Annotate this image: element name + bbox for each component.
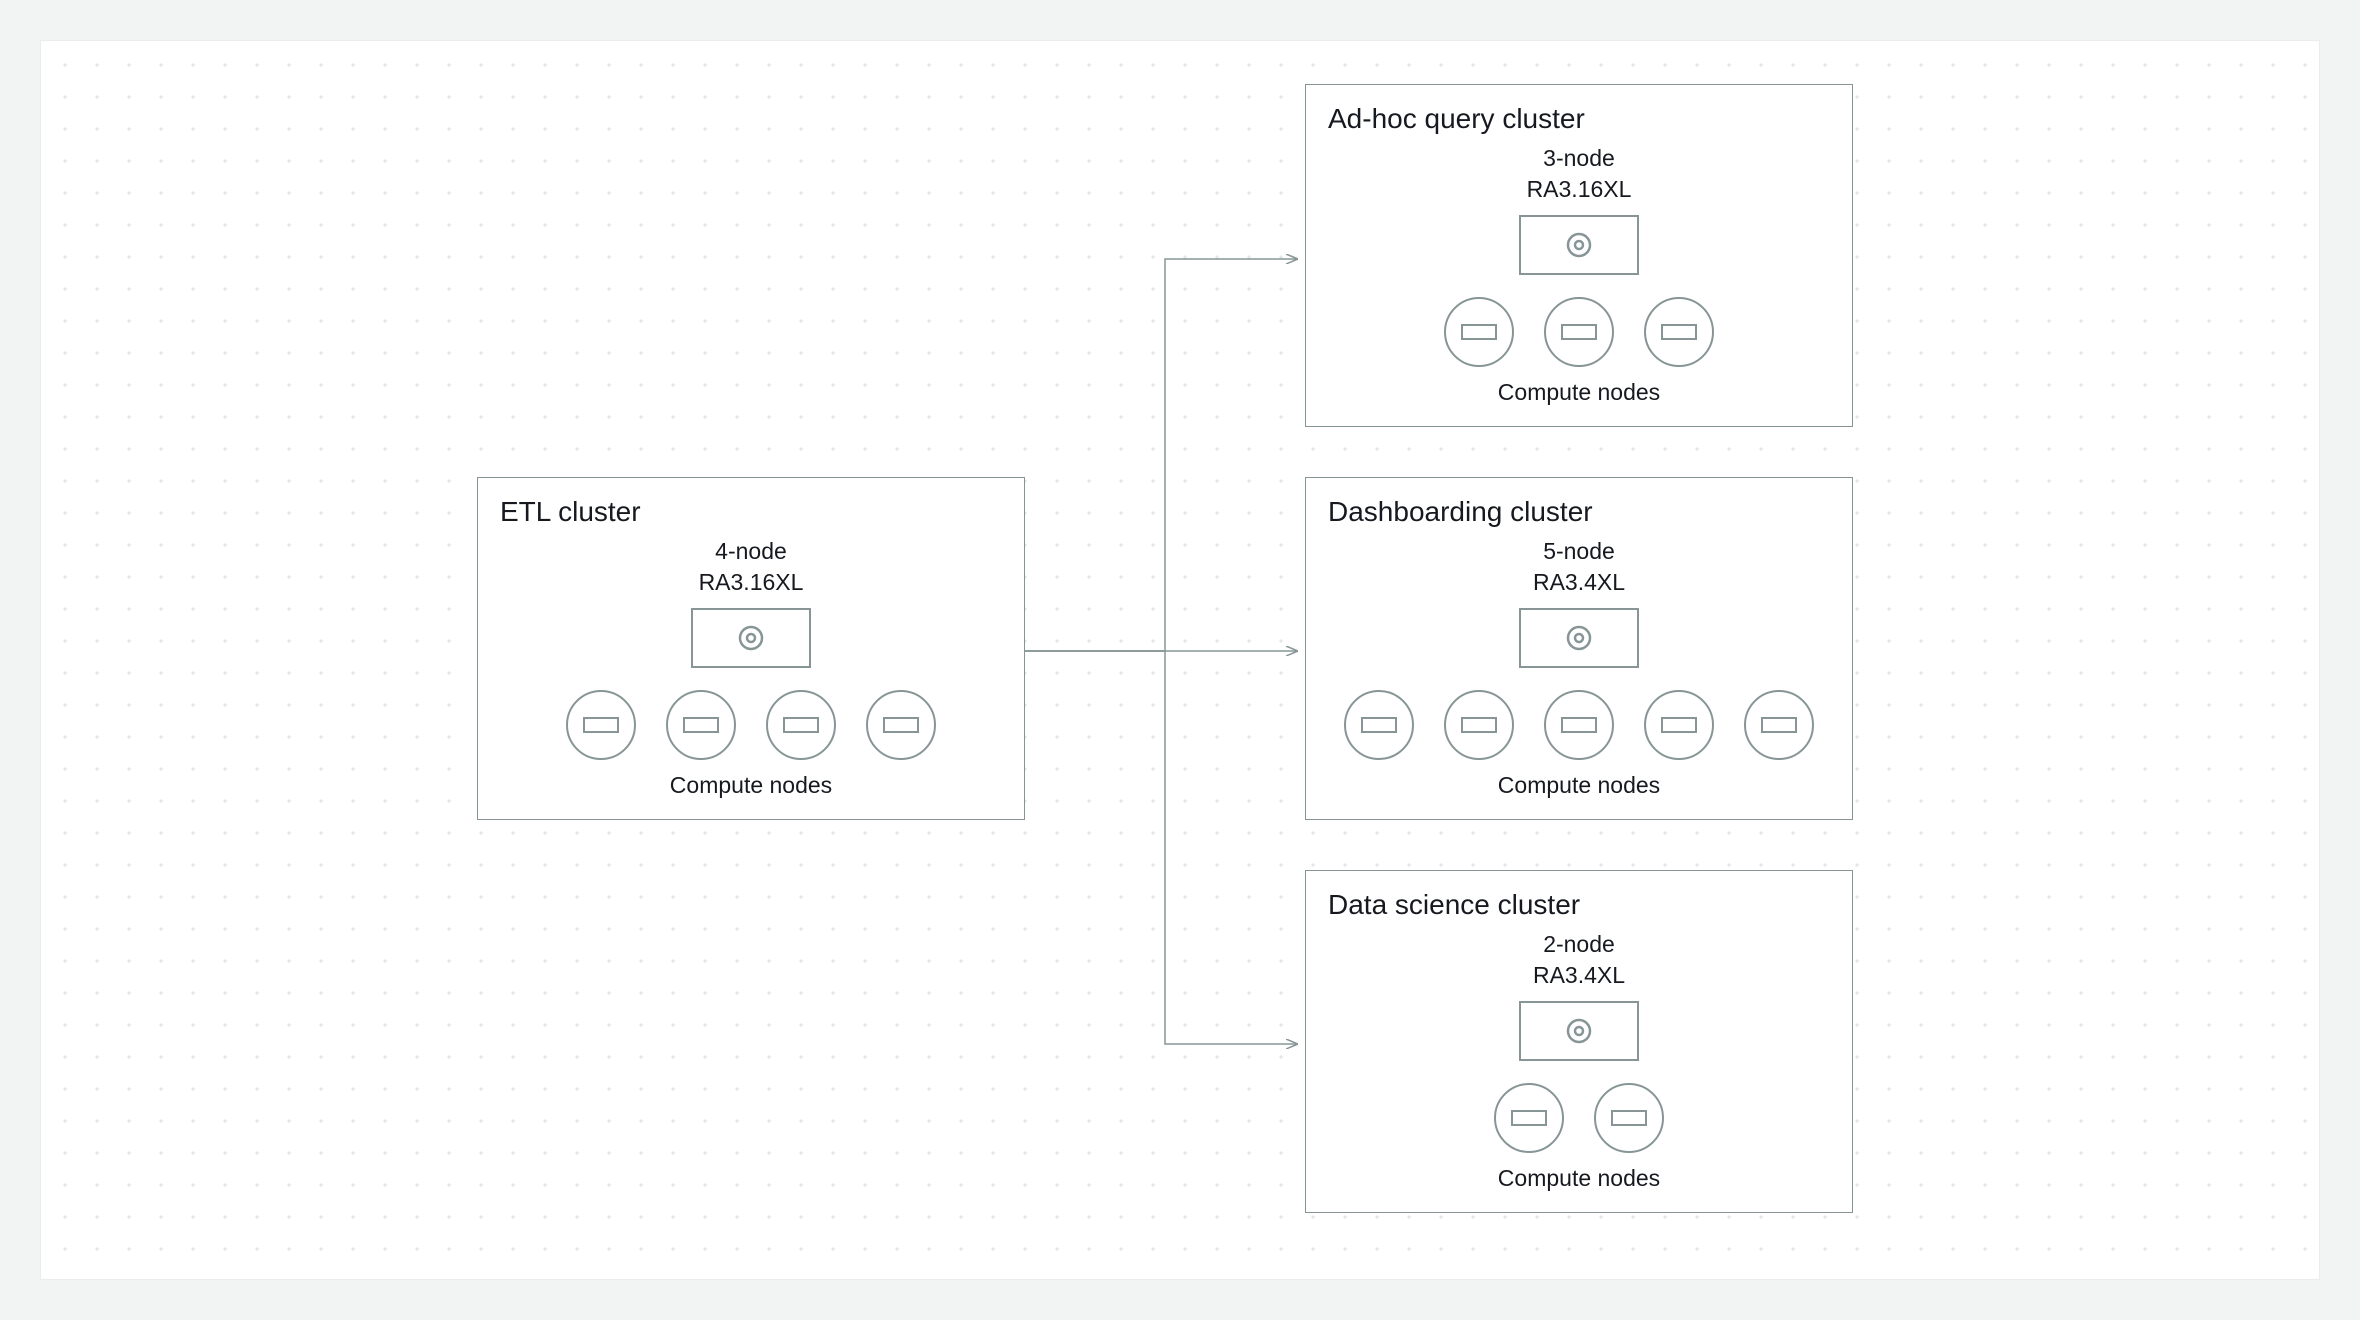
cluster-adhoc: Ad-hoc query cluster 3-node RA3.16XL Com… xyxy=(1305,84,1853,427)
cluster-content: 4-node RA3.16XL Compute nodes xyxy=(500,536,1002,799)
leader-node-icon xyxy=(1519,1001,1639,1061)
leader-node-icon xyxy=(691,608,811,668)
cluster-etl: ETL cluster 4-node RA3.16XL Compute node… xyxy=(477,477,1025,820)
compute-nodes-label: Compute nodes xyxy=(1498,379,1660,406)
cluster-title: Ad-hoc query cluster xyxy=(1328,103,1830,135)
compute-node-icon xyxy=(1744,690,1814,760)
cluster-title: Data science cluster xyxy=(1328,889,1830,921)
compute-node-icon xyxy=(1344,690,1414,760)
diagram-canvas: ETL cluster 4-node RA3.16XL Compute node… xyxy=(40,40,2320,1280)
compute-node-inner-icon xyxy=(1461,324,1497,340)
cluster-content: 3-node RA3.16XL Compute nodes xyxy=(1328,143,1830,406)
compute-node-inner-icon xyxy=(1511,1110,1547,1126)
node-count: 3-node xyxy=(1543,145,1615,171)
node-spec: 4-node RA3.16XL xyxy=(699,536,804,598)
compute-node-inner-icon xyxy=(583,717,619,733)
compute-node-icon xyxy=(666,690,736,760)
compute-node-icon xyxy=(1644,297,1714,367)
compute-node-icon xyxy=(566,690,636,760)
compute-node-row xyxy=(1444,297,1714,367)
node-spec: 5-node RA3.4XL xyxy=(1533,536,1625,598)
arrow-etl-to-datascience xyxy=(1025,651,1297,1044)
leader-node-icon xyxy=(1519,215,1639,275)
node-count: 5-node xyxy=(1543,538,1615,564)
node-spec: 2-node RA3.4XL xyxy=(1533,929,1625,991)
compute-node-inner-icon xyxy=(1611,1110,1647,1126)
node-type: RA3.4XL xyxy=(1533,962,1625,988)
compute-node-row xyxy=(1344,690,1814,760)
compute-node-inner-icon xyxy=(1761,717,1797,733)
compute-node-icon xyxy=(1544,297,1614,367)
compute-node-icon xyxy=(766,690,836,760)
compute-nodes-label: Compute nodes xyxy=(1498,1165,1660,1192)
compute-node-inner-icon xyxy=(1461,717,1497,733)
diagram-frame: ETL cluster 4-node RA3.16XL Compute node… xyxy=(0,0,2360,1320)
compute-node-inner-icon xyxy=(1661,717,1697,733)
node-type: RA3.4XL xyxy=(1533,569,1625,595)
connector-arrows xyxy=(41,41,2321,1281)
compute-nodes-label: Compute nodes xyxy=(1498,772,1660,799)
compute-node-icon xyxy=(1594,1083,1664,1153)
compute-node-icon xyxy=(1544,690,1614,760)
compute-node-inner-icon xyxy=(1661,324,1697,340)
cluster-datascience: Data science cluster 2-node RA3.4XL Comp… xyxy=(1305,870,1853,1213)
cluster-content: 5-node RA3.4XL Compute nodes xyxy=(1328,536,1830,799)
node-count: 4-node xyxy=(715,538,787,564)
compute-nodes-label: Compute nodes xyxy=(670,772,832,799)
cluster-title: ETL cluster xyxy=(500,496,1002,528)
node-spec: 3-node RA3.16XL xyxy=(1527,143,1632,205)
node-type: RA3.16XL xyxy=(699,569,804,595)
compute-node-inner-icon xyxy=(783,717,819,733)
compute-node-icon xyxy=(866,690,936,760)
compute-node-inner-icon xyxy=(1561,717,1597,733)
compute-node-inner-icon xyxy=(1561,324,1597,340)
compute-node-icon xyxy=(1444,690,1514,760)
arrow-etl-to-adhoc xyxy=(1025,259,1297,651)
node-type: RA3.16XL xyxy=(1527,176,1632,202)
leader-node-icon xyxy=(1519,608,1639,668)
compute-node-inner-icon xyxy=(683,717,719,733)
compute-node-inner-icon xyxy=(1361,717,1397,733)
cluster-title: Dashboarding cluster xyxy=(1328,496,1830,528)
compute-node-icon xyxy=(1444,297,1514,367)
compute-node-row xyxy=(1494,1083,1664,1153)
node-count: 2-node xyxy=(1543,931,1615,957)
compute-node-inner-icon xyxy=(883,717,919,733)
cluster-content: 2-node RA3.4XL Compute nodes xyxy=(1328,929,1830,1192)
cluster-dashboard: Dashboarding cluster 5-node RA3.4XL Comp… xyxy=(1305,477,1853,820)
compute-node-icon xyxy=(1644,690,1714,760)
compute-node-icon xyxy=(1494,1083,1564,1153)
compute-node-row xyxy=(566,690,936,760)
